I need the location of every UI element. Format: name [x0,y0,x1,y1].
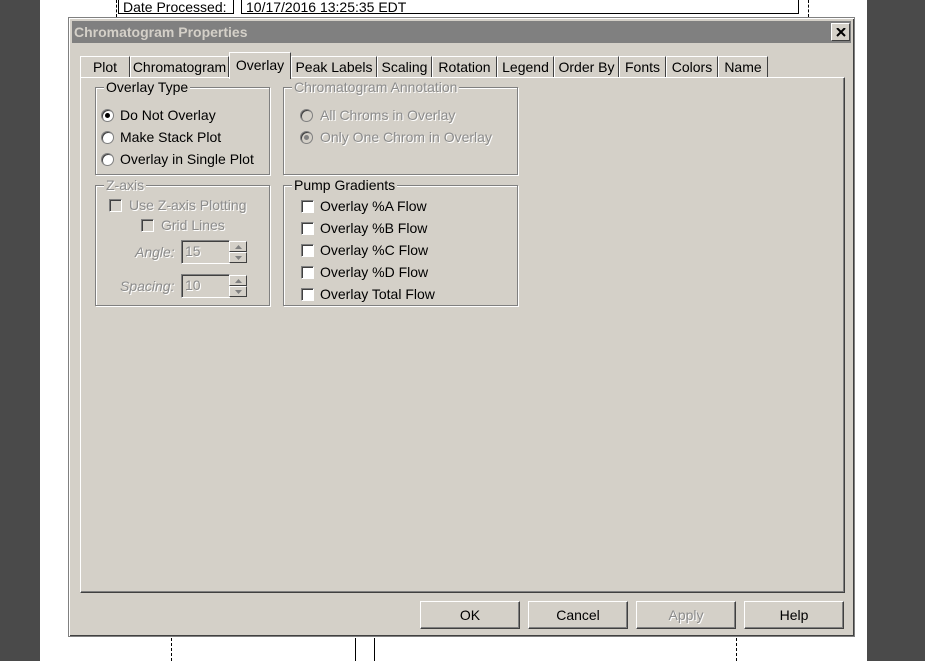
tab-chromatogram[interactable]: Chromatogram [130,56,229,78]
tab-peak-labels[interactable]: Peak Labels [291,56,377,78]
radio-do-not-overlay-label[interactable]: Do Not Overlay [120,107,216,123]
close-icon [835,27,846,37]
background-dashed-border [116,0,117,17]
checkbox-overlay-total-flow[interactable] [301,288,314,301]
tab-fonts[interactable]: Fonts [619,56,666,78]
radio-only-one-chrom-label[interactable]: Only One Chrom in Overlay [320,129,492,145]
angle-label: Angle: [135,244,175,260]
close-button[interactable] [831,23,850,41]
spin-down-icon [234,255,242,260]
cancel-button[interactable]: Cancel [528,601,628,629]
spin-up-icon [234,244,242,249]
date-processed-value: 10/17/2016 13:25:35 EDT [241,0,799,14]
angle-spin-down[interactable] [229,252,247,263]
checkbox-overlay-a-flow-label[interactable]: Overlay %A Flow [320,198,427,214]
tab-overlay[interactable]: Overlay [229,52,291,79]
radio-all-chroms-label[interactable]: All Chroms in Overlay [320,107,455,123]
tab-colors[interactable]: Colors [666,56,718,78]
checkbox-overlay-c-flow[interactable] [301,244,314,257]
checkbox-use-z-axis-label[interactable]: Use Z-axis Plotting [129,197,246,213]
background-dashed-border [736,638,737,661]
checkbox-overlay-total-flow-label[interactable]: Overlay Total Flow [320,286,435,302]
tab-scaling[interactable]: Scaling [377,56,432,78]
spacing-input[interactable]: 10 [181,274,230,298]
checkbox-overlay-d-flow[interactable] [301,266,314,279]
ok-button[interactable]: OK [420,601,520,629]
angle-input[interactable]: 15 [181,240,230,264]
spacing-label: Spacing: [120,278,175,294]
checkbox-overlay-c-flow-label[interactable]: Overlay %C Flow [320,242,428,258]
z-axis-title: Z-axis [104,177,147,193]
tab-name[interactable]: Name [718,56,768,78]
background-dashed-border [808,0,809,17]
radio-overlay-single-plot-label[interactable]: Overlay in Single Plot [120,151,254,167]
checkbox-use-z-axis[interactable] [109,199,122,212]
tab-legend[interactable]: Legend [497,56,554,78]
apply-button[interactable]: Apply [636,601,736,629]
radio-overlay-single-plot[interactable] [101,153,114,166]
help-button[interactable]: Help [744,601,844,629]
radio-make-stack-plot[interactable] [101,131,114,144]
spin-up-icon [234,278,242,283]
radio-make-stack-plot-label[interactable]: Make Stack Plot [120,129,221,145]
checkbox-overlay-b-flow[interactable] [301,222,314,235]
background-divider [355,638,356,661]
tab-rotation[interactable]: Rotation [432,56,497,78]
pump-gradients-title: Pump Gradients [292,177,398,193]
spin-down-icon [234,289,242,294]
date-processed-label: Date Processed: [118,0,234,14]
radio-only-one-chrom[interactable] [300,131,313,144]
tab-plot[interactable]: Plot [80,56,130,78]
dialog-title: Chromatogram Properties [74,24,248,40]
angle-spin-up[interactable] [229,241,247,252]
chromatogram-properties-dialog: Chromatogram Properties Plot Chromatogra… [68,17,855,637]
background-dashed-border [171,638,172,661]
radio-all-chroms[interactable] [300,109,313,122]
background-dark-margin-left [0,0,40,661]
checkbox-overlay-d-flow-label[interactable]: Overlay %D Flow [320,264,428,280]
spacing-spin-down[interactable] [229,286,247,297]
overlay-type-title: Overlay Type [104,79,191,95]
checkbox-overlay-b-flow-label[interactable]: Overlay %B Flow [320,220,427,236]
background-divider [374,638,375,661]
background-dark-margin-right [867,0,925,661]
radio-do-not-overlay[interactable] [101,109,114,122]
dialog-titlebar[interactable]: Chromatogram Properties [72,21,851,43]
tab-order-by[interactable]: Order By [554,56,619,78]
chromatogram-annotation-title: Chromatogram Annotation [292,79,460,95]
checkbox-grid-lines-label[interactable]: Grid Lines [161,217,225,233]
checkbox-grid-lines[interactable] [141,219,154,232]
checkbox-overlay-a-flow[interactable] [301,200,314,213]
spacing-spin-up[interactable] [229,275,247,286]
